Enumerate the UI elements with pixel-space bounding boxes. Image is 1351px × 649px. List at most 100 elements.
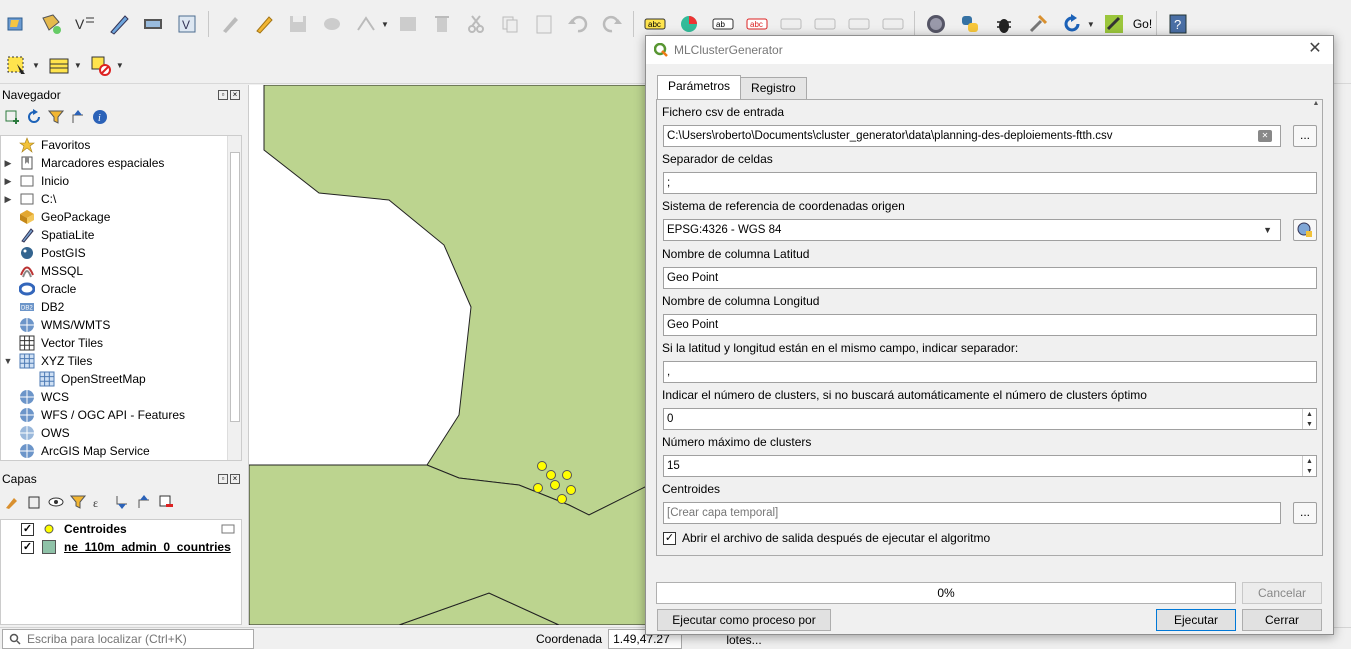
browser-item-ows[interactable]: OWS	[1, 424, 241, 442]
gps-icon[interactable]	[138, 9, 168, 39]
expand-arrow-icon[interactable]: ▶	[1, 158, 15, 169]
undo-icon[interactable]	[563, 9, 593, 39]
copy-icon[interactable]	[495, 9, 525, 39]
centroids-output-input[interactable]: [Crear capa temporal]	[663, 502, 1281, 524]
browser-scrollbar[interactable]	[227, 136, 241, 460]
spin-down-icon[interactable]: ▼	[1306, 468, 1313, 475]
browser-item-wfs-ogc-api-features[interactable]: WFS / OGC API - Features	[1, 406, 241, 424]
float-panel-icon[interactable]: ▫	[218, 474, 228, 484]
crs-selector-button[interactable]	[1293, 219, 1317, 241]
add-icon[interactable]	[4, 109, 20, 125]
cut-icon[interactable]	[461, 9, 491, 39]
browser-item-geopackage[interactable]: GeoPackage	[1, 208, 241, 226]
close-icon[interactable]: ✕	[1307, 41, 1323, 57]
add-group-icon[interactable]	[26, 494, 42, 510]
tab-parametros[interactable]: Parámetros	[657, 75, 742, 99]
digitize-icon[interactable]	[104, 9, 134, 39]
add-layer-icon[interactable]	[2, 9, 32, 39]
browser-item-xyz-tiles[interactable]: ▼ XYZ Tiles	[1, 352, 241, 370]
cancel-button[interactable]: Cancelar	[1242, 582, 1322, 604]
select-by-attribute-icon[interactable]	[44, 51, 74, 81]
open-output-row[interactable]: ✓ Abrir el archivo de salida después de …	[663, 531, 990, 545]
add-vector-layer-icon[interactable]	[36, 9, 66, 39]
spin-up-icon[interactable]: ▲	[1306, 458, 1313, 465]
spinbox-arrows[interactable]: ▲ ▼	[1302, 409, 1316, 429]
collapse-all-icon[interactable]	[70, 109, 86, 125]
expand-arrow-icon[interactable]: ▶	[1, 176, 15, 187]
layer-visibility-checkbox[interactable]: ✓	[21, 540, 34, 554]
eye-icon[interactable]	[48, 494, 64, 510]
browser-item-vector-tiles[interactable]: Vector Tiles	[1, 334, 241, 352]
close-button[interactable]: Cerrar	[1242, 609, 1322, 631]
toggle-editing-icon[interactable]	[215, 9, 245, 39]
deselect-icon[interactable]	[86, 51, 116, 81]
redo-icon[interactable]	[597, 9, 627, 39]
paste-icon[interactable]	[529, 9, 559, 39]
browser-item-favoritos[interactable]: Favoritos	[1, 136, 241, 154]
open-output-checkbox[interactable]: ✓	[663, 531, 676, 545]
longitude-input[interactable]: Geo Point	[663, 314, 1317, 336]
layer-visibility-checkbox[interactable]: ✓	[21, 522, 34, 536]
chevron-down-icon[interactable]: ▼	[74, 61, 82, 70]
chevron-down-icon[interactable]: ▼	[116, 61, 124, 70]
run-button[interactable]: Ejecutar	[1156, 609, 1236, 631]
expanded-arrow-icon[interactable]: ▼	[1, 356, 15, 366]
add-delimited-text-icon[interactable]: V	[70, 9, 100, 39]
info-icon[interactable]: i	[92, 109, 108, 125]
spin-up-icon[interactable]: ▲	[1306, 411, 1313, 418]
clear-icon[interactable]: ✕	[1258, 130, 1272, 142]
batch-process-button[interactable]: Ejecutar como proceso por lotes...	[657, 609, 831, 647]
delete-icon[interactable]	[427, 9, 457, 39]
filter-icon[interactable]	[70, 494, 86, 510]
same-field-separator-input[interactable]: ,	[663, 361, 1317, 383]
tab-registro[interactable]: Registro	[740, 77, 807, 99]
browser-item-wms-wmts[interactable]: WMS/WMTS	[1, 316, 241, 334]
pencil-icon[interactable]	[249, 9, 279, 39]
expand-arrow-icon[interactable]: ▶	[1, 194, 15, 205]
separator-input[interactable]: ;	[663, 172, 1317, 194]
refresh-icon[interactable]	[26, 109, 42, 125]
max-clusters-spinbox[interactable]: 15 ▲ ▼	[663, 455, 1317, 477]
browser-item-inicio[interactable]: ▶ Inicio	[1, 172, 241, 190]
chevron-down-icon[interactable]: ▼	[1263, 225, 1272, 235]
scroll-up-icon[interactable]: ▲	[1310, 100, 1322, 107]
latitude-input[interactable]: Geo Point	[663, 267, 1317, 289]
spinbox-arrows[interactable]: ▲ ▼	[1302, 456, 1316, 476]
style-icon[interactable]	[4, 494, 20, 510]
chevron-down-icon[interactable]: ▼	[1087, 20, 1095, 29]
layer-row-centroides[interactable]: ✓ Centroides	[1, 520, 241, 538]
new-layer-icon[interactable]: V	[172, 9, 202, 39]
select-features-icon[interactable]	[2, 51, 32, 81]
chevron-down-icon[interactable]: ▼	[32, 61, 40, 70]
filter-icon[interactable]	[48, 109, 64, 125]
browser-item-mssql[interactable]: MSSQL	[1, 262, 241, 280]
vertex-tool-icon[interactable]	[351, 9, 381, 39]
expression-filter-icon[interactable]: ε	[92, 494, 108, 510]
browse-button[interactable]: ...	[1293, 125, 1317, 147]
browser-item-oracle[interactable]: Oracle	[1, 280, 241, 298]
map-canvas[interactable]	[248, 85, 648, 625]
save-edits-icon[interactable]	[283, 9, 313, 39]
browser-item-spatialite[interactable]: SpatiaLite	[1, 226, 241, 244]
browser-item-arcgis-map-service[interactable]: ArcGIS Map Service	[1, 442, 241, 460]
expand-all-icon[interactable]	[114, 494, 130, 510]
crs-select[interactable]: EPSG:4326 - WGS 84 ▼	[663, 219, 1281, 241]
scrollbar-thumb[interactable]	[230, 152, 240, 422]
chevron-down-icon[interactable]: ▼	[381, 20, 389, 29]
browser-item-db2[interactable]: DB2 DB2	[1, 298, 241, 316]
close-panel-icon[interactable]: ×	[230, 90, 240, 100]
layer-row-countries[interactable]: ✓ ne_110m_admin_0_countries	[1, 538, 241, 556]
browser-item-c[interactable]: ▶ C:\	[1, 190, 241, 208]
temporary-layer-icon[interactable]	[221, 523, 235, 535]
add-feature-icon[interactable]	[317, 9, 347, 39]
remove-layer-icon[interactable]	[158, 494, 174, 510]
browser-item-postgis[interactable]: PostGIS	[1, 244, 241, 262]
spin-down-icon[interactable]: ▼	[1306, 421, 1313, 428]
csv-input[interactable]: C:\Users\roberto\Documents\cluster_gener…	[663, 125, 1281, 147]
locator-input[interactable]	[27, 631, 247, 646]
locator-bar[interactable]	[2, 628, 254, 649]
edit-attributes-icon[interactable]	[393, 9, 423, 39]
num-clusters-spinbox[interactable]: 0 ▲ ▼	[663, 408, 1317, 430]
collapse-all-icon[interactable]	[136, 494, 152, 510]
browser-item-wcs[interactable]: WCS	[1, 388, 241, 406]
